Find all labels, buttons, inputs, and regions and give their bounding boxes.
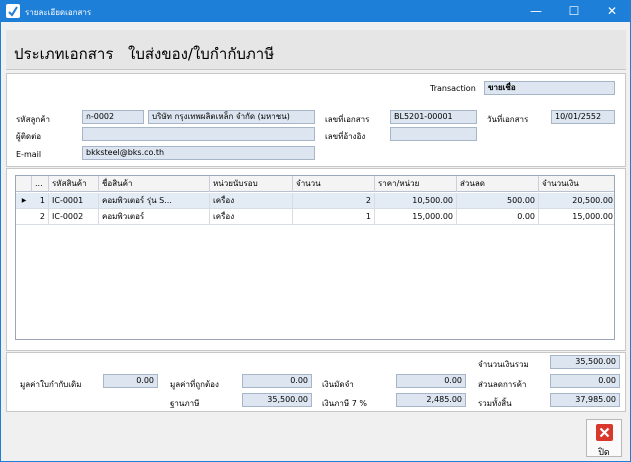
header-col-price[interactable]: ราคา/หน่วย xyxy=(375,176,457,192)
transaction-field[interactable]: ขายเชื่อ xyxy=(484,81,615,95)
close-window-button[interactable]: ✕ xyxy=(593,0,631,22)
total-amount-field[interactable]: 35,500.00 xyxy=(550,355,620,369)
email-field[interactable]: bkksteel@bks.co.th xyxy=(82,146,315,160)
customer-code-field[interactable]: ก-0002 xyxy=(82,110,144,124)
doc-type-header: ประเภทเอกสาร ใบส่งของ/ใบกำกับภาษี xyxy=(6,30,626,70)
table-row[interactable]: ▶ 1 IC-0001 คอมพิวเตอร์ รุ่น S... เครื่อ… xyxy=(16,193,614,209)
grand-total-field[interactable]: 37,985.00 xyxy=(550,393,620,407)
tax-base-label: ฐานภาษี xyxy=(170,399,200,408)
grid-header: ... รหัสสินค้า ชื่อสินค้า หน่วยนับรอบ จำ… xyxy=(16,176,614,192)
cell-qty: 2 xyxy=(293,193,375,209)
deposit-label: เงินมัดจำ xyxy=(322,380,354,389)
doc-date-label: วันที่เอกสาร xyxy=(487,115,529,124)
total-amount-label: จำนวนเงินรวม xyxy=(478,360,529,369)
cell-amount: 20,500.00 xyxy=(572,196,613,205)
app-icon xyxy=(6,4,20,18)
header-col-name[interactable]: ชื่อสินค้า xyxy=(99,176,210,192)
orig-invoice-label: มูลค่าใบกำกับเดิม xyxy=(20,380,82,389)
header-col-code[interactable]: รหัสสินค้า xyxy=(49,176,99,192)
doc-no-field[interactable]: BL5201-00001 xyxy=(390,110,477,124)
cell-no: 1 xyxy=(32,193,49,209)
doc-type-value: ใบส่งของ/ใบกำกับภาษี xyxy=(128,45,275,63)
header-marker xyxy=(16,176,32,192)
orig-invoice-field[interactable]: 0.00 xyxy=(103,374,158,388)
customer-name-field[interactable]: บริษัท กรุงเทพผลิตเหล็ก จำกัด (มหาชน) xyxy=(148,110,315,124)
ref-no-label: เลขที่อ้างอิง xyxy=(325,132,366,141)
vat-field[interactable]: 2,485.00 xyxy=(396,393,466,407)
contact-label: ผู้ติดต่อ xyxy=(16,132,42,141)
trade-discount-label: ส่วนลดการค้า xyxy=(478,380,527,389)
cell-discount: 0.00 xyxy=(457,209,539,225)
cell-unit: เครื่อง xyxy=(210,193,293,209)
cell-qty: 1 xyxy=(293,209,375,225)
close-button[interactable]: ปิด xyxy=(586,419,622,458)
cell-name: คอมพิวเตอร์ รุ่น S... xyxy=(99,193,210,209)
cell-unit: เครื่อง xyxy=(210,209,293,225)
minimize-button[interactable]: — xyxy=(517,0,555,22)
items-grid[interactable]: ... รหัสสินค้า ชื่อสินค้า หน่วยนับรอบ จำ… xyxy=(15,175,615,340)
cell-price: 10,500.00 xyxy=(375,193,457,209)
cell-price: 15,000.00 xyxy=(375,209,457,225)
cell-discount: 500.00 xyxy=(457,193,539,209)
cell-no: 2 xyxy=(32,209,49,225)
email-label: E-mail xyxy=(16,150,42,159)
window-title: รายละเอียดเอกสาร xyxy=(25,8,92,17)
correct-value-label: มูลค่าที่ถูกต้อง xyxy=(170,380,219,389)
row-pointer-icon: ▶ xyxy=(21,197,27,204)
cell-code: IC-0002 xyxy=(49,209,99,225)
contact-field[interactable] xyxy=(82,127,315,141)
maximize-button[interactable]: ☐ xyxy=(555,0,593,22)
cell-name: คอมพิวเตอร์ xyxy=(99,209,210,225)
title-bar: รายละเอียดเอกสาร — ☐ ✕ xyxy=(0,0,631,22)
doc-date-field[interactable]: 10/01/2552 xyxy=(551,110,615,124)
customer-code-label: รหัสลูกค้า xyxy=(16,115,51,124)
tax-base-field[interactable]: 35,500.00 xyxy=(242,393,312,407)
cell-code: IC-0001 xyxy=(49,193,99,209)
row-marker xyxy=(16,209,32,225)
header-col-no[interactable]: ... xyxy=(32,176,49,192)
totals-panel xyxy=(6,352,626,412)
ref-no-field[interactable] xyxy=(390,127,477,141)
header-col-amount[interactable]: จำนวนเงิน xyxy=(539,176,614,192)
header-col-unit[interactable]: หน่วยนับรอบ xyxy=(210,176,293,192)
transaction-label: Transaction xyxy=(430,84,476,93)
table-row[interactable]: 2 IC-0002 คอมพิวเตอร์ เครื่อง 1 15,000.0… xyxy=(16,209,614,225)
header-col-qty[interactable]: จำนวน xyxy=(293,176,375,192)
cell-amount: 15,000.00 xyxy=(572,212,613,221)
close-button-label: ปิด xyxy=(598,448,610,458)
doc-no-label: เลขที่เอกสาร xyxy=(325,115,370,124)
correct-value-field[interactable]: 0.00 xyxy=(242,374,312,388)
trade-discount-field[interactable]: 0.00 xyxy=(550,374,620,388)
header-col-discount[interactable]: ส่วนลด xyxy=(457,176,539,192)
grand-total-label: รวมทั้งสิ้น xyxy=(478,399,512,408)
close-x-icon xyxy=(596,424,613,441)
deposit-field[interactable]: 0.00 xyxy=(396,374,466,388)
vat-label: เงินภาษี 7 % xyxy=(322,399,367,408)
doc-type-label: ประเภทเอกสาร xyxy=(14,45,114,63)
